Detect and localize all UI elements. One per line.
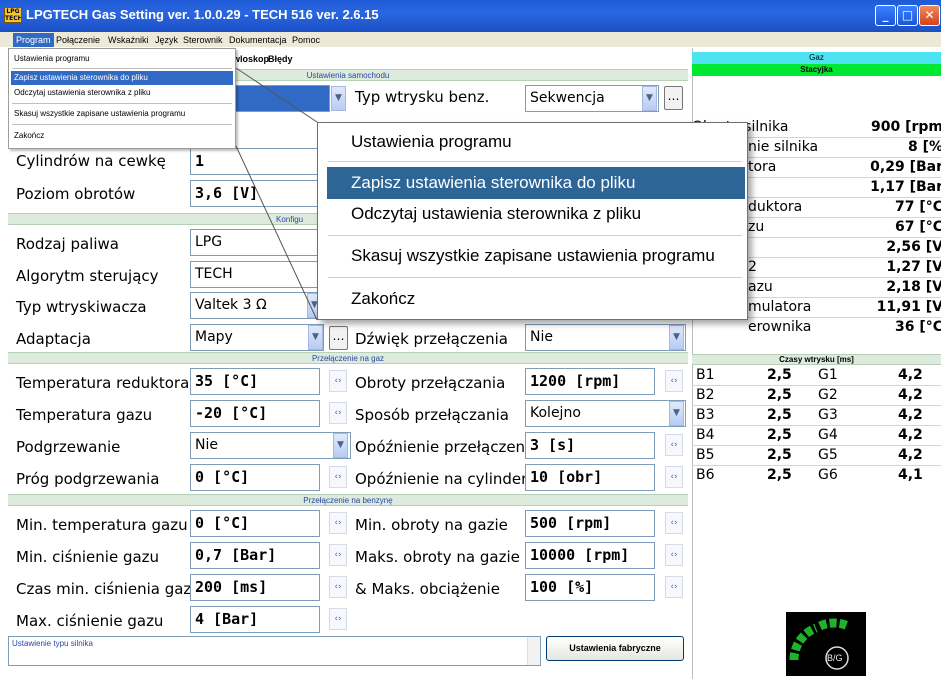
menu-separator [328, 235, 742, 236]
menu-item-program-settings[interactable]: Ustawienia programu [327, 126, 745, 158]
menu-item-save-settings[interactable]: Zapisz ustawienia sterownika do pliku [327, 167, 745, 199]
menu-item-clear-settings[interactable]: Skasuj wszystkie zapisane ustawienia pro… [327, 240, 745, 272]
program-menu-zoomed: Ustawienia programu Zapisz ustawienia st… [317, 122, 748, 320]
menu-item-load-settings[interactable]: Odczytaj ustawienia sterownika z pliku [327, 198, 745, 230]
menu-separator [328, 161, 742, 162]
menu-item-exit[interactable]: Zakończ [327, 283, 745, 315]
menu-separator [328, 277, 742, 278]
zoom-connector [235, 67, 318, 321]
